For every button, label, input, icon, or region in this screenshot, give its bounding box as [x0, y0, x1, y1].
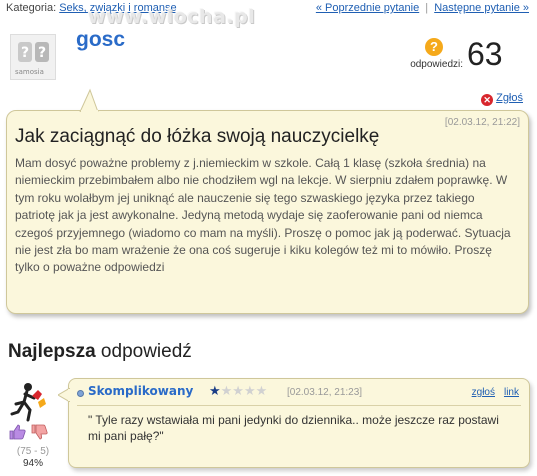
avatar-brand: samosia	[15, 68, 44, 76]
answer-divider	[77, 405, 521, 406]
next-question-link[interactable]: Następne pytanie »	[434, 2, 529, 14]
answer-text: " Tyle razy wstawiała mi pani jedynki do…	[88, 413, 499, 443]
user-bullet-icon	[77, 390, 84, 397]
answers-count: 63	[467, 36, 503, 72]
prev-question-link[interactable]: « Poprzednie pytanie	[316, 2, 419, 14]
best-answer-heading-rest: odpowiedź	[95, 341, 192, 362]
thumb-down-icon[interactable]	[30, 424, 49, 443]
question-box: [02.03.12, 21:22] Jak zaciągnąć do łóżka…	[6, 110, 529, 314]
best-answer-box: Skomplikowany ★★★★★ [02.03.12, 21:23] zg…	[68, 378, 530, 468]
question-navigation: « Poprzednie pytanie | Następne pytanie …	[316, 2, 529, 14]
best-answer-heading: Najlepsza odpowiedź	[8, 341, 192, 363]
answers-label: odpowiedzi:	[410, 59, 463, 70]
svg-text:?: ?	[38, 45, 46, 61]
svg-text:?: ?	[21, 45, 29, 61]
answer-bubble-tail	[58, 388, 70, 402]
thumb-up-icon[interactable]	[8, 424, 26, 443]
top-bar: Kategoria: Seks, związki i romanse « Pop…	[6, 2, 531, 18]
watermark: www.wiocha.pl	[88, 6, 256, 28]
category-label: Kategoria:	[6, 2, 57, 14]
user-rating-stars: ★★★★★	[209, 383, 267, 399]
running-man-icon	[10, 383, 46, 422]
avatar[interactable]: ? ? samosia	[10, 34, 56, 80]
vote-ratio: (75 - 5)	[16, 446, 50, 457]
answer-permalink[interactable]: link	[504, 387, 519, 398]
asker-username[interactable]: gosc	[76, 28, 125, 52]
answer-date: [02.03.12, 21:23]	[287, 387, 363, 398]
question-mark-logo-icon: ? ?	[18, 42, 49, 62]
nav-separator: |	[425, 2, 429, 14]
answer-username[interactable]: Skomplikowany	[88, 384, 193, 398]
report-answer-link[interactable]: zgłoś	[472, 387, 495, 398]
report-icon: ✕	[481, 94, 494, 106]
answers-counter: ? odpowiedzi: 63	[385, 34, 525, 74]
report-label: Zgłoś	[496, 92, 523, 104]
best-answer-heading-bold: Najlepsza	[8, 341, 96, 362]
question-date: [02.03.12, 21:22]	[444, 117, 520, 128]
report-question-link[interactable]: ✕ Zgłoś	[481, 92, 523, 106]
question-body: Mam dosyć poważne problemy z j.niemiecki…	[15, 156, 511, 275]
star-empty-icon: ★★★★	[220, 383, 268, 398]
star-filled-icon: ★	[209, 383, 221, 398]
question-title: Jak zaciągnąć do łóżka swoją nauczycielk…	[15, 126, 380, 147]
question-badge-icon: ?	[425, 38, 443, 56]
speech-bubble-tail	[79, 88, 99, 112]
vote-percent: 94%	[22, 458, 43, 469]
votes-panel: (75 - 5) 94%	[8, 424, 58, 476]
